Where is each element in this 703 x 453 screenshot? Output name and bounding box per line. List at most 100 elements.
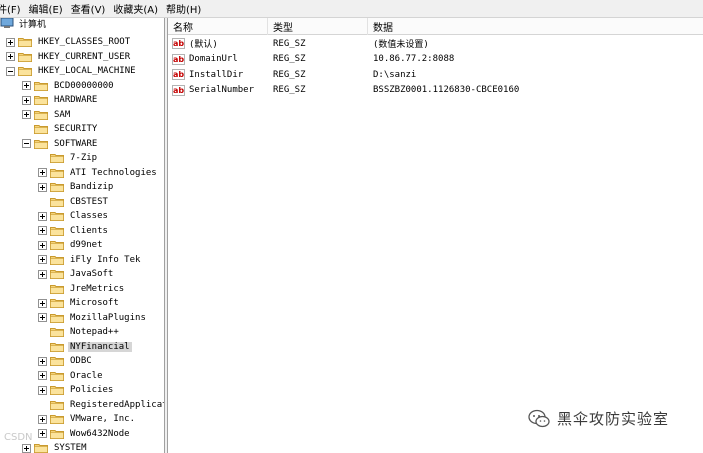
folder-icon bbox=[50, 168, 64, 178]
tree-item[interactable]: d99net bbox=[38, 238, 105, 253]
tree-item[interactable]: Notepad++ bbox=[38, 325, 121, 340]
menu-item[interactable]: 件(F) bbox=[0, 1, 26, 16]
values-list[interactable]: 名称 类型 数据 ab (默认) REG_SZ (数值未设置) ab DomainUrl R… bbox=[168, 18, 703, 453]
value-data: BSSZBZ0001.1126830-CBCE0160 bbox=[373, 85, 520, 96]
computer-icon bbox=[0, 18, 14, 29]
folder-icon bbox=[50, 270, 64, 280]
corner-watermark: CSDN bbox=[4, 432, 33, 443]
tree-item[interactable]: Microsoft bbox=[38, 296, 121, 311]
expand-icon[interactable] bbox=[38, 429, 47, 439]
tree-item[interactable]: HKEY_CURRENT_USER bbox=[6, 50, 132, 65]
tree-item-label: HKEY_CLASSES_ROOT bbox=[38, 37, 131, 48]
tree-item[interactable]: SECURITY bbox=[22, 122, 99, 137]
expand-icon[interactable] bbox=[6, 52, 15, 62]
column-header-name[interactable]: 名称 bbox=[168, 18, 268, 35]
folder-icon bbox=[34, 110, 48, 120]
tree-item[interactable]: SAM bbox=[22, 108, 72, 123]
expand-icon[interactable] bbox=[22, 95, 31, 105]
tree-item[interactable]: ATI Technologies bbox=[38, 166, 159, 181]
tree-item[interactable]: RegisteredApplicati bbox=[38, 398, 164, 413]
tree-item[interactable]: Classes bbox=[38, 209, 110, 224]
value-name-cell: ab InstallDir bbox=[172, 67, 243, 83]
expand-icon[interactable] bbox=[38, 211, 47, 221]
value-row[interactable]: ab DomainUrl REG_SZ 10.86.77.2:8088 bbox=[168, 52, 703, 68]
menu-item[interactable]: 编辑(E) bbox=[26, 1, 68, 16]
tree-item[interactable]: MozillaPlugins bbox=[38, 311, 148, 326]
tree-item[interactable]: HARDWARE bbox=[22, 93, 99, 108]
menu-bar: 件(F) 编辑(E) 查看(V) 收藏夹(A) 帮助(H) bbox=[0, 0, 703, 18]
folder-icon bbox=[34, 139, 48, 149]
tree-item[interactable]: CBSTEST bbox=[38, 195, 110, 210]
tree-item[interactable]: JavaSoft bbox=[38, 267, 115, 282]
column-header-type[interactable]: 类型 bbox=[268, 18, 368, 35]
expand-icon[interactable] bbox=[38, 182, 47, 192]
tree-item[interactable]: Oracle bbox=[38, 369, 105, 384]
expand-icon[interactable] bbox=[38, 414, 47, 424]
menu-item[interactable]: 查看(V) bbox=[68, 1, 111, 16]
tree-item[interactable]: Policies bbox=[38, 383, 115, 398]
tree-item[interactable]: Wow6432Node bbox=[38, 427, 132, 442]
tree-item-label: Oracle bbox=[70, 370, 103, 381]
tree-item-label: Classes bbox=[70, 211, 108, 222]
tree-item[interactable]: iFly Info Tek bbox=[38, 253, 142, 268]
tree-root-computer[interactable]: 计算机 bbox=[0, 18, 48, 31]
collapse-icon[interactable] bbox=[22, 139, 31, 149]
tree-item-label: Wow6432Node bbox=[70, 428, 130, 439]
expand-icon[interactable] bbox=[38, 356, 47, 366]
tree-item[interactable]: NYFinancial bbox=[38, 340, 132, 355]
value-data: D:\sanzi bbox=[373, 69, 417, 80]
menu-item[interactable]: 帮助(H) bbox=[163, 1, 206, 16]
tree-item-label: HKEY_CURRENT_USER bbox=[38, 51, 131, 62]
tree-item[interactable]: JreMetrics bbox=[38, 282, 126, 297]
menu-item[interactable]: 收藏夹(A) bbox=[110, 1, 163, 16]
expand-icon[interactable] bbox=[6, 37, 15, 47]
tree-item[interactable]: Clients bbox=[38, 224, 110, 239]
expand-icon[interactable] bbox=[38, 371, 47, 381]
value-type: REG_SZ bbox=[273, 54, 306, 65]
expand-icon[interactable] bbox=[38, 385, 47, 395]
value-row[interactable]: ab SerialNumber REG_SZ BSSZBZ0001.1126830-C… bbox=[168, 83, 703, 99]
tree-item-label: SOFTWARE bbox=[54, 138, 98, 149]
watermark: 黑伞攻防实验室 bbox=[528, 408, 669, 429]
tree-item-label: HARDWARE bbox=[54, 95, 98, 106]
collapse-icon[interactable] bbox=[6, 66, 15, 76]
tree-item[interactable]: BCD00000000 bbox=[22, 79, 116, 94]
folder-icon bbox=[50, 255, 64, 265]
tree-item[interactable]: ODBC bbox=[38, 354, 94, 369]
tree-item-label: BCD00000000 bbox=[54, 80, 114, 91]
tree-item[interactable]: 7-Zip bbox=[38, 151, 99, 166]
expand-icon[interactable] bbox=[38, 255, 47, 265]
folder-icon bbox=[50, 284, 64, 294]
expander-placeholder bbox=[38, 342, 47, 351]
folder-icon bbox=[18, 52, 32, 62]
expand-icon[interactable] bbox=[22, 443, 31, 453]
value-row[interactable]: ab InstallDir REG_SZ D:\sanzi bbox=[168, 67, 703, 83]
expand-icon[interactable] bbox=[22, 110, 31, 120]
folder-icon bbox=[34, 444, 48, 453]
wechat-icon bbox=[528, 409, 550, 427]
tree-item[interactable]: HKEY_LOCAL_MACHINE bbox=[6, 64, 138, 79]
tree-item[interactable]: HKEY_CLASSES_ROOT bbox=[6, 35, 132, 50]
column-header-data[interactable]: 数据 bbox=[368, 18, 703, 35]
expand-icon[interactable] bbox=[38, 226, 47, 236]
expander-placeholder bbox=[38, 197, 47, 206]
expand-icon[interactable] bbox=[38, 240, 47, 250]
tree-item[interactable]: VMware, Inc. bbox=[38, 412, 137, 427]
folder-icon bbox=[18, 38, 32, 48]
expand-icon[interactable] bbox=[38, 313, 47, 323]
tree-item[interactable]: Bandizip bbox=[38, 180, 115, 195]
registry-tree[interactable]: 计算机 HKEY_CLASSES_ROOT HKEY_CURRENT_USER HK… bbox=[0, 18, 165, 453]
expand-icon[interactable] bbox=[38, 298, 47, 308]
expand-icon[interactable] bbox=[38, 168, 47, 178]
tree-item[interactable]: SOFTWARE bbox=[22, 137, 99, 152]
value-name: (默认) bbox=[189, 40, 218, 51]
expand-icon[interactable] bbox=[38, 269, 47, 279]
tree-item-label: JavaSoft bbox=[70, 269, 114, 280]
ab-string-icon: ab bbox=[172, 38, 185, 50]
tree-item-label: SYSTEM bbox=[54, 443, 87, 453]
folder-icon bbox=[50, 299, 64, 309]
expand-icon[interactable] bbox=[22, 81, 31, 91]
tree-item-label: ODBC bbox=[70, 356, 92, 367]
value-row[interactable]: ab (默认) REG_SZ (数值未设置) bbox=[168, 36, 703, 52]
watermark-text: 黑伞攻防实验室 bbox=[557, 410, 670, 428]
